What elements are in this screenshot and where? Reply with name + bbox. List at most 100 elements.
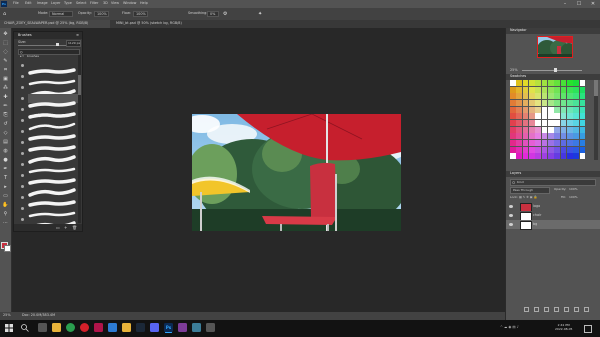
- swatch-cell[interactable]: [535, 120, 542, 127]
- app-icon[interactable]: [192, 323, 201, 332]
- swatch-cell[interactable]: [567, 140, 573, 147]
- swatch-cell[interactable]: [573, 153, 580, 160]
- navigator-preview[interactable]: [537, 36, 573, 58]
- swatch-cell[interactable]: [579, 120, 586, 127]
- swatch-cell[interactable]: [573, 126, 580, 133]
- marquee-tool-icon[interactable]: ⬚: [2, 41, 9, 46]
- swatch-cell[interactable]: [529, 100, 535, 107]
- swatch-cell[interactable]: [522, 153, 529, 160]
- zoom-tool-icon[interactable]: ⚲: [2, 212, 9, 217]
- menu-filter[interactable]: Filter: [90, 1, 98, 5]
- swatch-cell[interactable]: [567, 153, 573, 160]
- mode-select[interactable]: Normal: [49, 11, 73, 17]
- brush-preset[interactable]: [21, 204, 78, 218]
- frame-tool-icon[interactable]: ▣: [2, 77, 9, 82]
- windows-start-icon[interactable]: [4, 323, 14, 333]
- swatch-cell[interactable]: [548, 133, 554, 140]
- layer-row-logo[interactable]: logo: [506, 202, 600, 212]
- navigator-zoom-thumb[interactable]: [554, 68, 557, 72]
- brush-tool-icon[interactable]: ✏: [2, 104, 9, 109]
- swatch-cell[interactable]: [573, 100, 580, 107]
- swatch-cell[interactable]: [567, 113, 573, 120]
- new-group-icon[interactable]: [564, 307, 569, 312]
- swatch-cell[interactable]: [516, 93, 523, 100]
- lock-icons[interactable]: ▦ ✎ ✥ ▣ 🔒: [519, 196, 537, 199]
- swatch-cell[interactable]: [510, 113, 516, 120]
- minimize-button[interactable]: –: [558, 0, 572, 8]
- swatch-cell[interactable]: [529, 86, 535, 93]
- swatch-cell[interactable]: [522, 100, 529, 107]
- folder-icon[interactable]: [122, 323, 131, 332]
- swatch-cell[interactable]: [535, 133, 542, 140]
- swatch-cell[interactable]: [554, 140, 561, 147]
- swatch-cell[interactable]: [573, 133, 580, 140]
- swatch-cell[interactable]: [516, 120, 523, 127]
- swatch-cell[interactable]: [573, 120, 580, 127]
- swatch-cell[interactable]: [560, 133, 567, 140]
- swatch-cell[interactable]: [554, 86, 561, 93]
- fill-value[interactable]: 100%: [569, 196, 578, 199]
- swatch-cell[interactable]: [535, 146, 542, 153]
- app-icon[interactable]: [206, 323, 215, 332]
- swatch-cell[interactable]: [541, 140, 548, 147]
- search-icon[interactable]: [20, 323, 30, 333]
- swatch-cell[interactable]: [516, 80, 523, 87]
- swatch-cell[interactable]: [567, 120, 573, 127]
- swatch-cell[interactable]: [535, 113, 542, 120]
- link-layers-icon[interactable]: [524, 307, 529, 312]
- swatch-cell[interactable]: [510, 106, 516, 113]
- swatch-cell[interactable]: [529, 146, 535, 153]
- crop-tool-icon[interactable]: ⌗: [2, 68, 9, 73]
- swatch-cell[interactable]: [516, 106, 523, 113]
- tool-preset-icon[interactable]: ⌂: [3, 11, 9, 17]
- swatch-cell[interactable]: [522, 133, 529, 140]
- layer-style-icon[interactable]: [534, 307, 539, 312]
- swatch-cell[interactable]: [541, 93, 548, 100]
- visibility-eye-icon[interactable]: [509, 223, 513, 226]
- swatch-cell[interactable]: [579, 100, 586, 107]
- menu-layer[interactable]: Layer: [51, 1, 60, 5]
- new-group-icon[interactable]: ▭: [56, 225, 60, 230]
- brush-settings-icon[interactable]: [27, 11, 33, 26]
- swatch-cell[interactable]: [510, 93, 516, 100]
- swatch-cell[interactable]: [554, 80, 561, 87]
- swatch-cell[interactable]: [510, 140, 516, 147]
- swatch-cell[interactable]: [516, 153, 523, 160]
- swatch-cell[interactable]: [573, 106, 580, 113]
- scroll-thumb[interactable]: [594, 80, 598, 96]
- swatch-cell[interactable]: [554, 146, 561, 153]
- brush-preset[interactable]: [21, 160, 78, 174]
- swatch-cell[interactable]: [535, 126, 542, 133]
- navigator-zoom-slider[interactable]: [522, 70, 582, 71]
- brush-preset[interactable]: [21, 116, 78, 131]
- swatch-cell[interactable]: [554, 93, 561, 100]
- swatch-cell[interactable]: [535, 100, 542, 107]
- swatch-cell[interactable]: [548, 113, 554, 120]
- stamp-tool-icon[interactable]: ⎘: [2, 113, 9, 118]
- swatch-cell[interactable]: [567, 86, 573, 93]
- swatch-cell[interactable]: [548, 93, 554, 100]
- swatch-cell[interactable]: [573, 146, 580, 153]
- tab-mini-bt[interactable]: MINI_bt.psd @ 50% (sketch bg, RGB/8): [112, 20, 192, 28]
- task-view-icon[interactable]: [38, 323, 47, 332]
- swatch-cell[interactable]: [548, 126, 554, 133]
- swatch-cell[interactable]: [560, 93, 567, 100]
- swatch-cell[interactable]: [554, 113, 561, 120]
- brush-preset[interactable]: [21, 193, 78, 207]
- blend-mode-select[interactable]: Pass Through: [510, 187, 550, 194]
- swatch-cell[interactable]: [541, 80, 548, 87]
- swatch-cell[interactable]: [548, 146, 554, 153]
- swatch-cell[interactable]: [567, 126, 573, 133]
- move-tool-icon[interactable]: ✥: [2, 32, 9, 37]
- size-slider-thumb[interactable]: [56, 43, 59, 46]
- swatch-cell[interactable]: [510, 80, 516, 87]
- swatch-cell[interactable]: [579, 146, 586, 153]
- opera-icon[interactable]: [80, 323, 89, 332]
- swatch-cell[interactable]: [529, 120, 535, 127]
- swatch-cell[interactable]: [522, 113, 529, 120]
- brush-preset[interactable]: [21, 138, 78, 152]
- swatch-cell[interactable]: [573, 93, 580, 100]
- swatch-cell[interactable]: [516, 146, 523, 153]
- swatch-cell[interactable]: [560, 106, 567, 113]
- path-select-tool-icon[interactable]: ▸: [2, 185, 9, 190]
